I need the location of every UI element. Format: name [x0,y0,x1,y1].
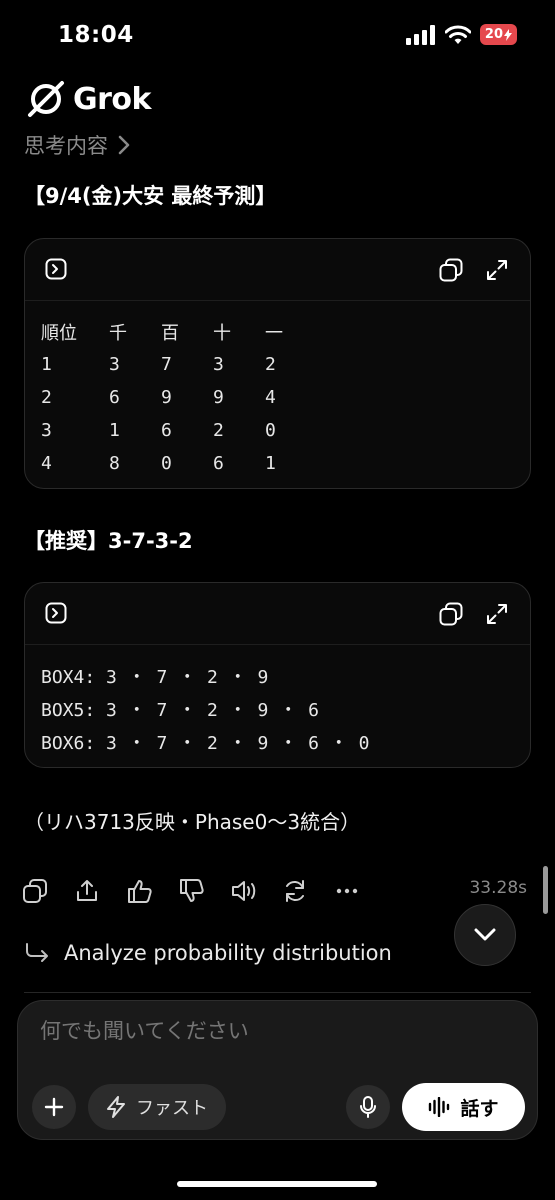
thinking-toggle[interactable]: 思考内容 [24,130,130,160]
status-icons: 20 [405,24,517,45]
code-block-toolbar [25,583,530,645]
terminal-icon [45,602,67,624]
table-cell: 6 [109,387,120,408]
table-cell: 2 [41,387,52,408]
more-options-button[interactable] [334,872,386,910]
microphone-icon [360,1096,376,1118]
table-header-cell: 一 [265,322,283,344]
table-cell: 6 [161,420,172,441]
read-aloud-button[interactable] [230,872,282,910]
chevron-right-icon [118,135,130,155]
lightning-icon [107,1096,125,1118]
charging-bolt-icon [504,28,512,41]
table-cell: 9 [161,387,172,408]
response-time: 33.28s [469,878,527,898]
table-cell: 2 [265,354,276,375]
voice-talk-button[interactable]: 話す [402,1083,525,1131]
prediction-heading: 【9/4(金)大安 最終予測】 [24,184,277,208]
grok-logo-icon [28,81,64,117]
recommendation-heading: 【推奨】3-7-3-2 [24,529,193,553]
signal-icon [405,24,435,45]
box-lines: BOX4: 3 ・ 7 ・ 2 ・ 9 BOX5: 3 ・ 7 ・ 2 ・ 9 … [25,645,530,758]
table-cell: 7 [161,354,172,375]
thumbs-down-icon [180,879,204,902]
table-cell: 6 [213,453,224,474]
wifi-icon [444,25,471,44]
divider [24,992,531,993]
battery-indicator: 20 [479,24,517,45]
status-bar: 18:04 20 [0,0,555,70]
message-input[interactable] [40,1019,510,1043]
reply-arrow-icon [26,943,48,962]
response-note: （リハ3713反映・Phase0〜3統合） [24,810,361,834]
regenerate-button[interactable] [282,872,334,910]
speaker-icon [232,881,256,901]
talk-label: 話す [460,1097,499,1120]
box-code-block: BOX4: 3 ・ 7 ・ 2 ・ 9 BOX5: 3 ・ 7 ・ 2 ・ 9 … [24,582,531,768]
home-indicator [177,1181,377,1187]
table-cell: 1 [41,354,52,375]
scroll-to-bottom-button[interactable] [454,904,516,966]
box-line: BOX6: 3 ・ 7 ・ 2 ・ 9 ・ 6 ・ 0 [41,732,370,754]
table-header-cell: 千 [109,322,127,344]
waveform-icon [429,1097,450,1117]
microphone-button[interactable] [346,1085,390,1129]
table-row: 2 6 9 9 4 [41,381,514,414]
prediction-table: 順位 千 百 十 一 1 3 7 3 2 2 6 9 9 4 3 1 6 2 0 [25,301,530,480]
copy-icon[interactable] [439,602,463,626]
table-cell: 3 [109,354,120,375]
table-cell: 4 [41,453,52,474]
terminal-icon [45,258,67,280]
scrollbar[interactable] [543,866,548,914]
response-action-bar [22,872,532,910]
plus-icon [44,1097,64,1117]
chevron-down-icon [474,928,496,941]
prediction-code-block: 順位 千 百 十 一 1 3 7 3 2 2 6 9 9 4 3 1 6 2 0 [24,238,531,489]
box-line: BOX4: 3 ・ 7 ・ 2 ・ 9 [41,666,269,688]
expand-icon[interactable] [485,602,509,626]
mode-selector[interactable]: ファスト [88,1084,226,1130]
battery-level: 20 [484,27,503,42]
code-block-toolbar [25,239,530,301]
table-cell: 0 [265,420,276,441]
copy-icon [23,879,47,903]
table-header-row: 順位 千 百 十 一 [41,315,514,348]
box-line: BOX5: 3 ・ 7 ・ 2 ・ 9 ・ 6 [41,699,319,721]
table-header-cell: 順位 [41,322,77,344]
brand-name: Grok [73,81,151,117]
copy-response-button[interactable] [22,872,74,910]
share-icon [77,880,97,901]
thumbs-up-icon [128,880,152,903]
status-time: 18:04 [58,22,134,48]
refresh-icon [286,880,304,902]
table-cell: 1 [265,453,276,474]
table-cell: 2 [213,420,224,441]
like-button[interactable] [126,872,178,910]
table-cell: 4 [265,387,276,408]
thinking-label: 思考内容 [24,134,108,158]
table-cell: 1 [109,420,120,441]
table-cell: 9 [213,387,224,408]
table-cell: 3 [213,354,224,375]
table-row: 3 1 6 2 0 [41,414,514,447]
table-row: 1 3 7 3 2 [41,348,514,381]
expand-icon[interactable] [485,258,509,282]
followup-label: Analyze probability distribution [64,941,392,965]
table-header-cell: 百 [161,322,179,344]
share-button[interactable] [74,872,126,910]
more-icon [336,888,358,894]
grok-header[interactable]: Grok [27,80,151,118]
table-cell: 3 [41,420,52,441]
attach-button[interactable] [32,1085,76,1129]
table-header-cell: 十 [213,322,231,344]
message-composer: ファスト 話す [17,1000,538,1140]
table-cell: 0 [161,453,172,474]
table-cell: 8 [109,453,120,474]
followup-suggestion[interactable]: Analyze probability distribution [24,941,392,965]
table-row: 4 8 0 6 1 [41,447,514,480]
mode-label: ファスト [136,1098,208,1119]
dislike-button[interactable] [178,872,230,910]
copy-icon[interactable] [439,258,463,282]
